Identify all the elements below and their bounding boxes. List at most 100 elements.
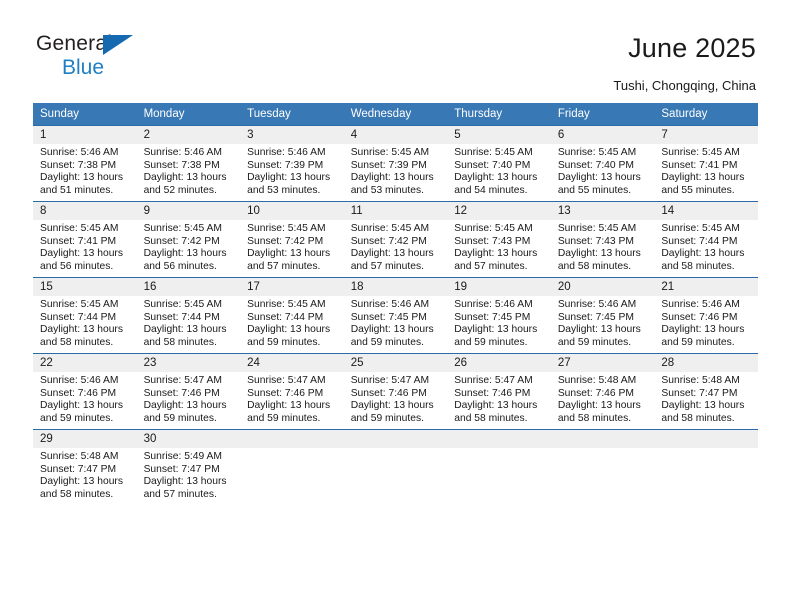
day-number: 27 [550, 354, 655, 372]
calendar-day-cell[interactable]: 26 Sunrise: 5:47 AM Sunset: 7:46 PM Dayligh… [447, 353, 551, 430]
sunrise-time: Sunrise: 5:45 AM [40, 223, 119, 234]
daylight-duration-line1: Daylight: 13 hours [454, 248, 538, 260]
calendar-day-cell[interactable]: 8 Sunrise: 5:45 AM Sunset: 7:41 PM Daylight… [33, 201, 137, 278]
calendar-day-cell[interactable]: 1 Sunrise: 5:46 AM Sunset: 7:38 PM Daylight… [33, 125, 137, 202]
day-sun-info: Sunrise: 5:45 AM Sunset: 7:43 PM Daylight:… [447, 220, 551, 273]
day-sun-info: Sunrise: 5:46 AM Sunset: 7:46 PM Daylight:… [33, 372, 137, 425]
daylight-duration-line2: and 56 minutes. [143, 260, 217, 272]
calendar-day-cell[interactable]: 18 Sunrise: 5:46 AM Sunset: 7:45 PM Dayligh… [343, 277, 448, 354]
sunrise-time: Sunrise: 5:45 AM [247, 223, 326, 234]
sunset-time: Sunset: 7:45 PM [350, 311, 427, 323]
day-sun-info: Sunrise: 5:45 AM Sunset: 7:42 PM Daylight:… [137, 220, 241, 273]
sunrise-time: Sunrise: 5:45 AM [40, 299, 119, 310]
calendar-day-cell[interactable]: 12 Sunrise: 5:45 AM Sunset: 7:43 PM Dayligh… [447, 201, 551, 278]
day-number: 11 [343, 202, 448, 220]
weekday-header-friday: Friday [550, 103, 655, 126]
calendar-week-row: 15 Sunrise: 5:45 AM Sunset: 7:44 PM Dayligh… [33, 277, 758, 354]
calendar-day-cell[interactable]: 30 Sunrise: 5:49 AM Sunset: 7:47 PM Dayligh… [136, 429, 241, 505]
day-sun-info: Sunrise: 5:49 AM Sunset: 7:47 PM Daylight:… [137, 448, 241, 501]
sunset-time: Sunset: 7:43 PM [557, 235, 634, 247]
generalblue-logo[interactable]: General Blue [36, 33, 133, 80]
calendar-day-cell[interactable]: 11 Sunrise: 5:45 AM Sunset: 7:42 PM Dayligh… [343, 201, 448, 278]
calendar-day-cell[interactable]: 16 Sunrise: 5:45 AM Sunset: 7:44 PM Dayligh… [136, 277, 241, 354]
calendar-day-cell[interactable]: 25 Sunrise: 5:47 AM Sunset: 7:46 PM Dayligh… [343, 353, 448, 430]
daylight-duration-line2: and 59 minutes. [350, 412, 424, 424]
daylight-duration-line1: Daylight: 13 hours [40, 172, 123, 184]
calendar-day-cell[interactable]: 23 Sunrise: 5:47 AM Sunset: 7:46 PM Dayligh… [136, 353, 241, 430]
calendar-day-cell-empty [240, 429, 344, 505]
daylight-duration-line2: and 58 minutes. [454, 412, 528, 424]
calendar-day-cell-empty [343, 429, 448, 505]
day-number: 5 [447, 126, 551, 144]
calendar-day-cell[interactable]: 20 Sunrise: 5:46 AM Sunset: 7:45 PM Dayligh… [550, 277, 655, 354]
sunrise-time: Sunrise: 5:45 AM [661, 223, 740, 234]
logo-line-general: General [36, 33, 133, 56]
sunrise-time: Sunrise: 5:45 AM [557, 147, 637, 158]
calendar-day-cell[interactable]: 28 Sunrise: 5:48 AM Sunset: 7:47 PM Dayligh… [654, 353, 758, 430]
calendar-day-cell[interactable]: 21 Sunrise: 5:46 AM Sunset: 7:46 PM Dayligh… [654, 277, 758, 354]
day-number [447, 430, 551, 448]
weekday-header-saturday: Saturday [654, 103, 758, 126]
daylight-duration-line2: and 57 minutes. [143, 488, 217, 500]
sunrise-time: Sunrise: 5:49 AM [143, 451, 222, 462]
day-sun-info: Sunrise: 5:46 AM Sunset: 7:39 PM Daylight:… [240, 144, 344, 197]
weekday-header-sunday: Sunday [33, 103, 137, 126]
calendar-day-cell[interactable]: 22 Sunrise: 5:46 AM Sunset: 7:46 PM Dayligh… [33, 353, 137, 430]
daylight-duration-line1: Daylight: 13 hours [247, 248, 331, 260]
daylight-duration-line2: and 58 minutes. [40, 488, 114, 500]
daylight-duration-line1: Daylight: 13 hours [454, 400, 538, 412]
sunset-time: Sunset: 7:46 PM [557, 387, 634, 399]
calendar-day-cell[interactable]: 14 Sunrise: 5:45 AM Sunset: 7:44 PM Dayligh… [654, 201, 758, 278]
sunset-time: Sunset: 7:44 PM [661, 235, 738, 247]
day-number [240, 430, 344, 448]
weekday-header-wednesday: Wednesday [343, 103, 448, 126]
daylight-duration-line1: Daylight: 13 hours [247, 324, 331, 336]
calendar-week-row: 29 Sunrise: 5:48 AM Sunset: 7:47 PM Dayligh… [33, 429, 758, 505]
sunrise-time: Sunrise: 5:46 AM [350, 299, 430, 310]
sunset-time: Sunset: 7:43 PM [454, 235, 531, 247]
calendar-day-cell-empty [550, 429, 655, 505]
day-sun-info: Sunrise: 5:45 AM Sunset: 7:41 PM Daylight:… [33, 220, 137, 273]
sunrise-time: Sunrise: 5:45 AM [350, 147, 430, 158]
daylight-duration-line1: Daylight: 13 hours [350, 324, 434, 336]
calendar-day-cell[interactable]: 4 Sunrise: 5:45 AM Sunset: 7:39 PM Daylight… [343, 125, 448, 202]
daylight-duration-line2: and 59 minutes. [247, 336, 321, 348]
sunrise-time: Sunrise: 5:46 AM [40, 147, 119, 158]
day-sun-info: Sunrise: 5:45 AM Sunset: 7:44 PM Daylight:… [33, 296, 137, 349]
sunrise-time: Sunrise: 5:45 AM [247, 299, 326, 310]
calendar-day-cell[interactable]: 15 Sunrise: 5:45 AM Sunset: 7:44 PM Dayligh… [33, 277, 137, 354]
calendar-day-cell[interactable]: 27 Sunrise: 5:48 AM Sunset: 7:46 PM Dayligh… [550, 353, 655, 430]
day-sun-info: Sunrise: 5:45 AM Sunset: 7:44 PM Daylight:… [654, 220, 758, 273]
calendar-day-cell[interactable]: 17 Sunrise: 5:45 AM Sunset: 7:44 PM Dayligh… [240, 277, 344, 354]
sunrise-time: Sunrise: 5:46 AM [661, 299, 740, 310]
sunrise-time: Sunrise: 5:45 AM [143, 223, 222, 234]
daylight-duration-line1: Daylight: 13 hours [350, 248, 434, 260]
daylight-duration-line2: and 57 minutes. [350, 260, 424, 272]
daylight-duration-line2: and 56 minutes. [40, 260, 114, 272]
daylight-duration-line1: Daylight: 13 hours [557, 400, 641, 412]
calendar-day-cell[interactable]: 29 Sunrise: 5:48 AM Sunset: 7:47 PM Dayligh… [33, 429, 137, 505]
calendar-day-cell[interactable]: 9 Sunrise: 5:45 AM Sunset: 7:42 PM Daylight… [136, 201, 241, 278]
sunset-time: Sunset: 7:46 PM [454, 387, 531, 399]
day-number: 30 [136, 430, 241, 448]
calendar-day-cell[interactable]: 3 Sunrise: 5:46 AM Sunset: 7:39 PM Daylight… [240, 125, 344, 202]
daylight-duration-line2: and 59 minutes. [143, 412, 217, 424]
calendar-day-cell[interactable]: 5 Sunrise: 5:45 AM Sunset: 7:40 PM Daylight… [447, 125, 551, 202]
calendar-day-cell[interactable]: 24 Sunrise: 5:47 AM Sunset: 7:46 PM Dayligh… [240, 353, 344, 430]
calendar-day-cell[interactable]: 6 Sunrise: 5:45 AM Sunset: 7:40 PM Daylight… [550, 125, 655, 202]
calendar-week-row: 1 Sunrise: 5:46 AM Sunset: 7:38 PM Daylight… [33, 125, 758, 202]
daylight-duration-line1: Daylight: 13 hours [40, 248, 123, 260]
calendar-day-cell[interactable]: 2 Sunrise: 5:46 AM Sunset: 7:38 PM Daylight… [136, 125, 241, 202]
calendar-day-cell[interactable]: 7 Sunrise: 5:45 AM Sunset: 7:41 PM Daylight… [654, 125, 758, 202]
calendar-day-cell[interactable]: 10 Sunrise: 5:45 AM Sunset: 7:42 PM Dayligh… [240, 201, 344, 278]
sunset-time: Sunset: 7:40 PM [454, 159, 531, 171]
calendar-page: General Blue June 2025 Tushi, Chongqing,… [0, 0, 792, 612]
daylight-duration-line1: Daylight: 13 hours [661, 400, 745, 412]
calendar-day-cell[interactable]: 19 Sunrise: 5:46 AM Sunset: 7:45 PM Dayligh… [447, 277, 551, 354]
day-number: 6 [550, 126, 655, 144]
calendar-day-cell[interactable]: 13 Sunrise: 5:45 AM Sunset: 7:43 PM Dayligh… [550, 201, 655, 278]
day-number: 9 [136, 202, 241, 220]
day-sun-info: Sunrise: 5:46 AM Sunset: 7:38 PM Daylight:… [33, 144, 137, 197]
sunset-time: Sunset: 7:46 PM [350, 387, 427, 399]
day-number: 1 [33, 126, 137, 144]
